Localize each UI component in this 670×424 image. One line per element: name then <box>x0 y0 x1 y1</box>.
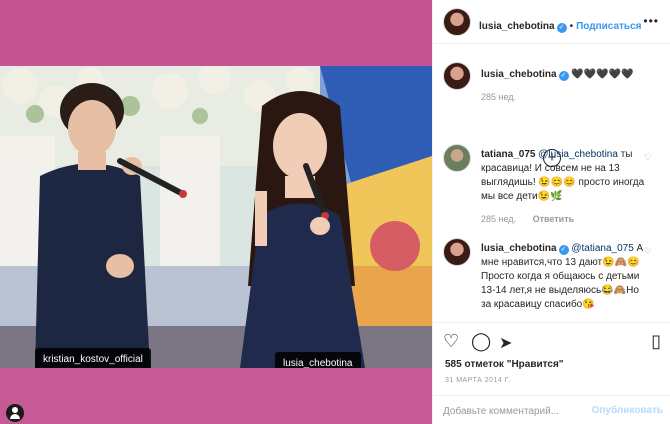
reply-button[interactable]: Ответить <box>533 214 575 224</box>
caption-time[interactable]: 285 нед. <box>481 92 516 102</box>
header-separator: • <box>569 21 574 32</box>
like-icon[interactable]: ♡ <box>443 331 459 352</box>
photo-tag-kristian[interactable]: kristian_kostov_official <box>35 348 151 368</box>
verified-icon: ✓ <box>558 245 569 255</box>
user-tags-icon[interactable] <box>6 404 24 422</box>
caption-text: 🖤🖤🖤🖤🖤 <box>571 69 634 80</box>
header-line: lusia_chebotina ✓ • Подписаться <box>479 16 641 34</box>
verified-icon: ✓ <box>556 23 567 33</box>
comment-username[interactable]: tatiana_075 <box>481 149 535 160</box>
avatar[interactable] <box>443 8 471 36</box>
caption: lusia_chebotina ✓ 🖤🖤🖤🖤🖤 285 нед. <box>443 62 658 122</box>
more-options-icon[interactable]: ••• <box>643 14 659 28</box>
save-icon[interactable]: ▯ <box>651 331 661 352</box>
share-icon[interactable]: ➤ <box>499 333 512 353</box>
comment-mention[interactable]: @tatiana_075 <box>571 243 633 254</box>
add-comment-bar: Опубликовать <box>433 395 670 424</box>
post-date: 31 МАРТА 2014 Г. <box>445 377 511 384</box>
likes-count[interactable]: 585 отметок "Нравится" <box>445 359 564 370</box>
photo-tag-lusia[interactable]: lusia_chebotina <box>275 352 361 368</box>
header-username[interactable]: lusia_chebotina <box>479 21 555 32</box>
caption-avatar[interactable] <box>443 62 471 90</box>
comment-username[interactable]: lusia_chebotina <box>481 243 557 254</box>
comment-input[interactable] <box>443 402 593 420</box>
post-media[interactable]: kristian_kostov_official lusia_chebotina <box>0 0 432 424</box>
post-comment-button[interactable]: Опубликовать <box>592 405 663 416</box>
comment-item: tatiana_075 @lusia_chebotina ты красавиц… <box>443 144 658 234</box>
comment-icon[interactable]: ◯ <box>471 331 491 352</box>
like-comment-icon[interactable]: ♡ <box>644 246 652 257</box>
like-comment-icon[interactable]: ♡ <box>644 152 652 163</box>
comment-text: tatiana_075 @lusia_chebotina ты красавиц… <box>481 148 649 204</box>
commenter-avatar[interactable] <box>443 238 471 266</box>
verified-icon: ✓ <box>558 71 569 81</box>
caption-username[interactable]: lusia_chebotina <box>481 69 557 80</box>
post-photo[interactable]: kristian_kostov_official lusia_chebotina <box>0 66 432 368</box>
comment-meta: 285 нед. Ответить <box>481 214 574 224</box>
post-actions: ♡ ◯ ➤ ▯ 585 отметок "Нравится" 31 МАРТА … <box>433 322 670 424</box>
post-header: lusia_chebotina ✓ • Подписаться ••• <box>433 0 670 44</box>
comment-text: lusia_chebotina ✓ @tatiana_075 А мне нрав… <box>481 242 649 312</box>
comment-mention[interactable]: @lusia_chebotina <box>538 149 618 160</box>
comment-time[interactable]: 285 нед. <box>481 214 516 224</box>
commenter-avatar[interactable] <box>443 144 471 172</box>
caption-text-line: lusia_chebotina ✓ 🖤🖤🖤🖤🖤 <box>481 68 649 82</box>
media-top-band <box>0 0 432 66</box>
photo-scene <box>0 66 432 368</box>
comments-section[interactable]: lusia_chebotina ✓ 🖤🖤🖤🖤🖤 285 нед. + tatian… <box>433 44 670 320</box>
post-side-panel: lusia_chebotina ✓ • Подписаться ••• lusia_c… <box>432 0 670 424</box>
follow-button[interactable]: Подписаться <box>576 21 641 32</box>
media-bottom-band <box>0 368 432 424</box>
comment-item: lusia_chebotina ✓ @tatiana_075 А мне нрав… <box>443 238 658 320</box>
